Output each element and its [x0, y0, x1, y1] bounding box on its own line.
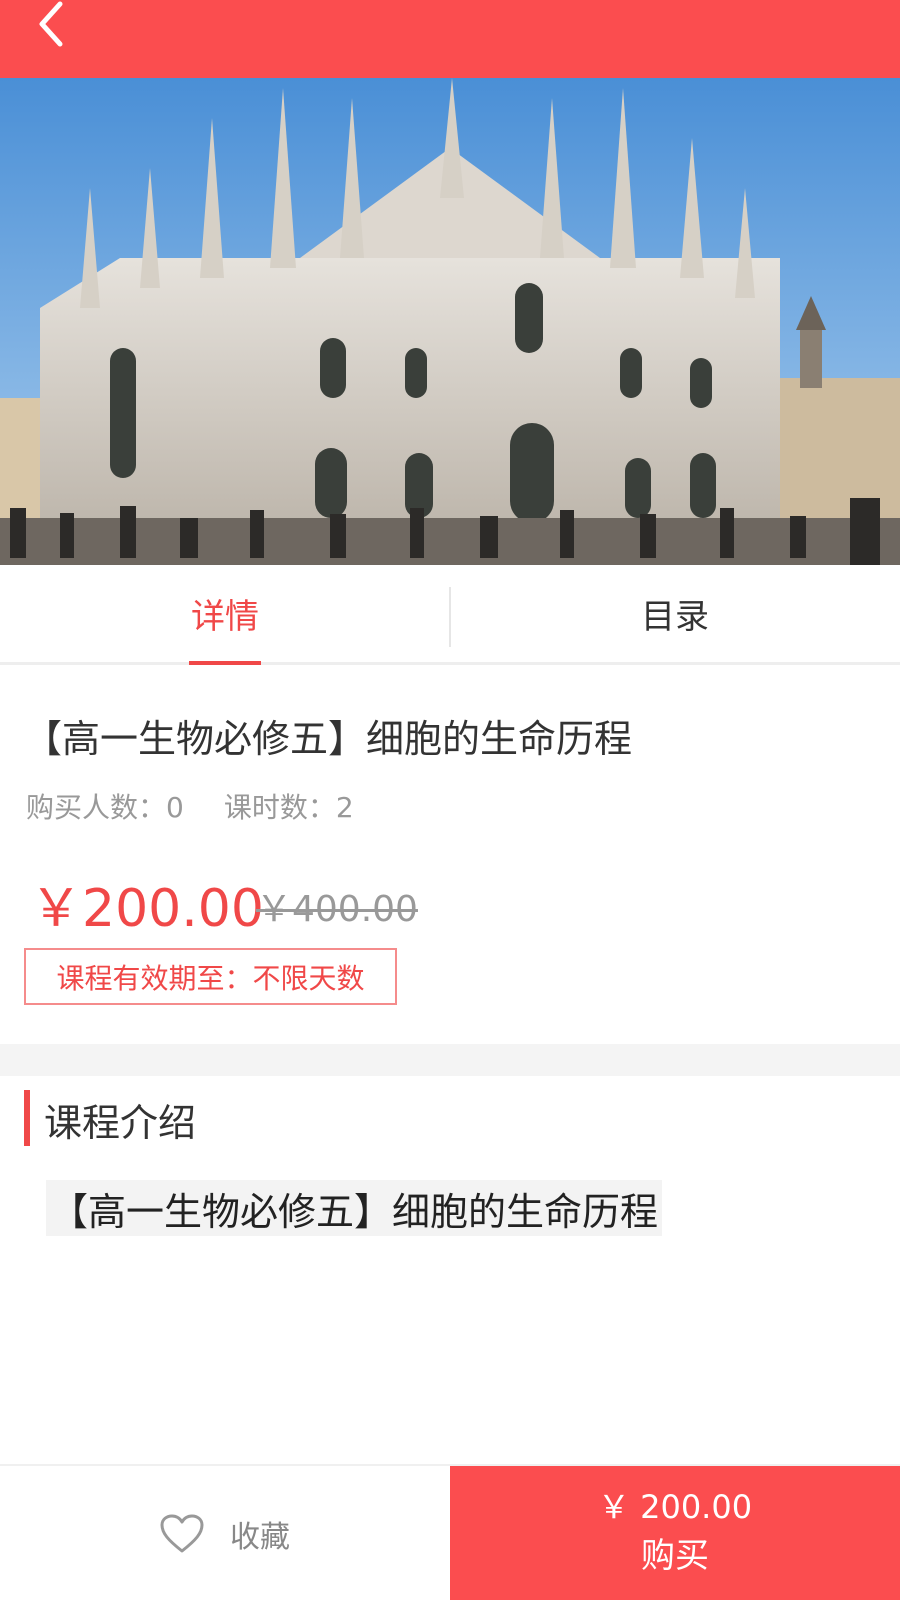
current-price: ￥200.00 [30, 879, 264, 939]
tab-catalog-label: 目录 [641, 597, 709, 637]
intro-heading: 课程介绍 [44, 1101, 197, 1145]
buy-button[interactable]: ￥ 200.00 购买 [450, 1466, 900, 1600]
chevron-left-icon [39, 1, 63, 47]
course-meta: 购买人数：0 课时数：2 [26, 786, 354, 826]
heart-outline-icon [160, 1514, 204, 1553]
top-app-bar [0, 0, 900, 78]
section-separator [0, 1044, 900, 1076]
course-cover-image [0, 78, 900, 565]
active-tab-indicator [189, 661, 261, 665]
bottom-action-bar: 收藏 ￥ 200.00 购买 [0, 1464, 900, 1600]
favorite-button[interactable]: 收藏 [0, 1466, 450, 1600]
favorite-label: 收藏 [230, 1520, 290, 1555]
tab-details-label: 详情 [191, 597, 259, 637]
tab-details[interactable]: 详情 [0, 565, 450, 665]
intro-accent-bar [24, 1090, 30, 1146]
course-title: 【高一生物必修五】细胞的生命历程 [24, 717, 633, 761]
buyers-count: 购买人数：0 [26, 791, 184, 824]
buy-price: ￥ 200.00 [597, 1488, 753, 1526]
intro-body: 【高一生物必修五】细胞的生命历程 [46, 1180, 663, 1236]
original-price: ￥400.00 [256, 889, 418, 930]
buy-label: 购买 [641, 1536, 709, 1576]
back-button[interactable] [22, 0, 82, 50]
tab-divider [449, 587, 451, 647]
lesson-count: 课时数：2 [223, 791, 354, 824]
tab-catalog[interactable]: 目录 [450, 565, 900, 662]
validity-badge: 课程有效期至：不限天数 [24, 948, 397, 1005]
